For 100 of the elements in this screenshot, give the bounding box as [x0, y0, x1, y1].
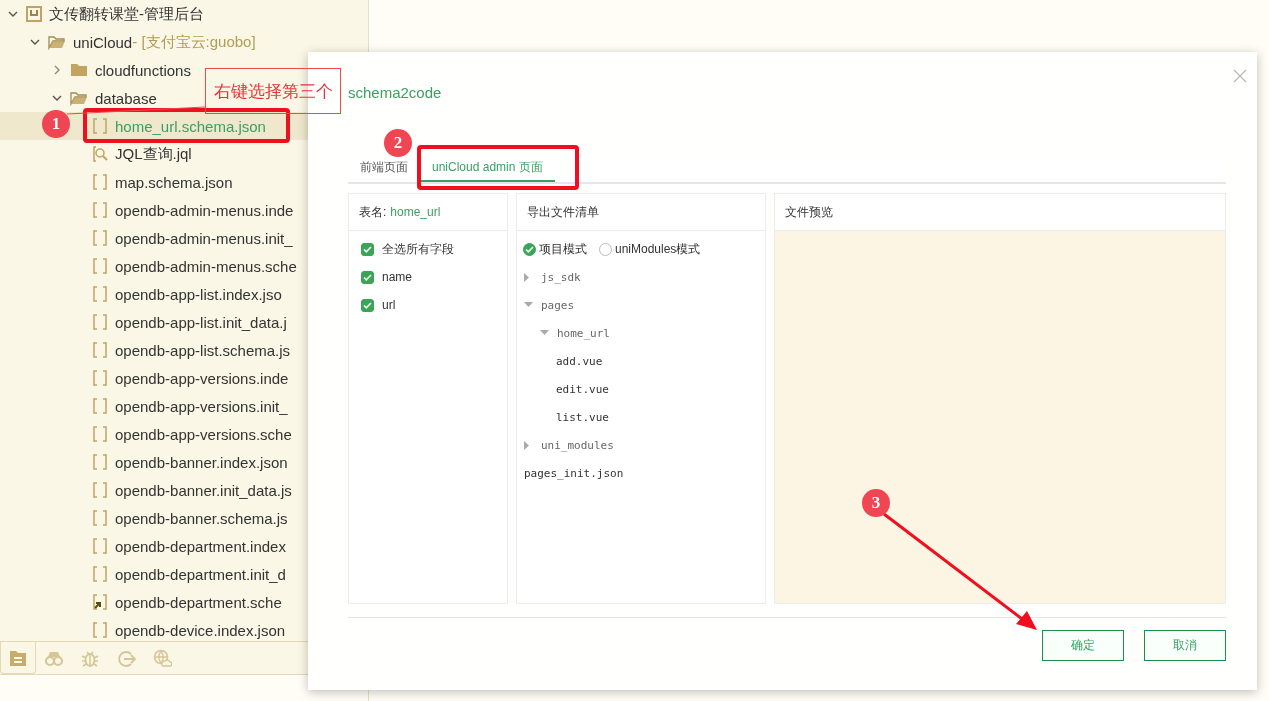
- tree-row[interactable]: opendb-banner.schema.js: [0, 504, 368, 532]
- table-name-value: home_url: [390, 205, 441, 219]
- tree-item-label: opendb-app-list.init_data.j: [115, 313, 287, 331]
- file-label: list.vue: [556, 410, 609, 424]
- file-icon: [92, 258, 108, 274]
- project-icon: [26, 6, 42, 22]
- file-icon: [92, 342, 108, 358]
- linked-file-icon: [92, 594, 108, 610]
- caret-down-icon[interactable]: [524, 302, 533, 308]
- file-icon: [92, 202, 108, 218]
- folder-label: pages: [541, 298, 575, 312]
- field-label: 全选所有字段: [382, 240, 454, 258]
- checkbox[interactable]: [361, 242, 374, 256]
- tree-item-label: opendb-app-versions.sche: [115, 425, 292, 443]
- tree-row[interactable]: opendb-department.init_d: [0, 560, 368, 588]
- close-icon[interactable]: [1233, 69, 1247, 83]
- file-icon: [92, 230, 108, 246]
- tree-row[interactable]: opendb-app-versions.init_: [0, 392, 368, 420]
- tree-item-label: opendb-department.sche: [115, 593, 282, 611]
- file-icon: [92, 314, 108, 330]
- tab[interactable]: uniCloud admin 页面: [420, 155, 555, 182]
- globe-cloud-icon[interactable]: [153, 649, 172, 667]
- chevron-down-icon[interactable]: [52, 94, 62, 102]
- tree-row[interactable]: opendb-app-versions.inde: [0, 364, 368, 392]
- cloud-provider-label: - [支付宝云:guobo]: [132, 32, 256, 52]
- file-label: edit.vue: [556, 382, 609, 396]
- tree-item-label: opendb-department.init_d: [115, 565, 286, 583]
- file-icon: [92, 510, 108, 526]
- tree-item-label: opendb-app-list.schema.js: [115, 341, 291, 359]
- file-list-icon[interactable]: [10, 650, 26, 666]
- tree-item-label: opendb-app-versions.inde: [115, 369, 289, 387]
- chevron-down-icon[interactable]: [8, 10, 18, 18]
- dialog-title: schema2code: [348, 83, 443, 103]
- callout: 右键选择第三个: [205, 68, 341, 114]
- tree-item-label: opendb-banner.schema.js: [115, 509, 288, 527]
- tree-item-label: opendb-banner.index.json: [115, 453, 288, 471]
- radio-icon[interactable]: [523, 242, 536, 256]
- open-folder-icon: [70, 90, 88, 106]
- tree-item-label: JQL查询.jql: [115, 144, 192, 164]
- checkbox[interactable]: [361, 298, 374, 312]
- tree-row[interactable]: uniCloud- [支付宝云:guobo]: [0, 28, 368, 56]
- tree-row[interactable]: opendb-app-list.init_data.j: [0, 308, 368, 336]
- chevron-right-icon[interactable]: [53, 65, 61, 75]
- tree-item-label: opendb-app-versions.init_: [115, 397, 288, 415]
- file-label: pages_init.json: [524, 466, 624, 480]
- radio-option[interactable]: 项目模式: [523, 240, 587, 258]
- field-label: url: [382, 298, 396, 312]
- panel-title: 文件预览: [785, 203, 833, 221]
- tab[interactable]: 前端页面: [348, 155, 420, 182]
- caret-down-icon[interactable]: [540, 330, 549, 336]
- query-icon: [92, 146, 108, 162]
- file-label: add.vue: [556, 354, 603, 368]
- folder-label: home_url: [557, 326, 610, 340]
- tree-item-label: opendb-admin-menus.sche: [115, 257, 297, 275]
- tree-row[interactable]: opendb-department.index: [0, 532, 368, 560]
- tree-row[interactable]: opendb-app-list.index.jso: [0, 280, 368, 308]
- caret-right-icon[interactable]: [524, 272, 530, 282]
- tree-row[interactable]: opendb-department.sche: [0, 588, 368, 616]
- file-icon: [92, 454, 108, 470]
- tree-item-label: map.schema.json: [115, 173, 233, 191]
- file-icon: [92, 622, 108, 638]
- folder-label: js_sdk: [541, 270, 581, 284]
- tree-row[interactable]: opendb-device.index.json: [0, 616, 368, 641]
- tree-row[interactable]: opendb-banner.init_data.js: [0, 476, 368, 504]
- checkbox[interactable]: [361, 270, 374, 284]
- bug-icon[interactable]: [81, 651, 99, 667]
- file-icon: [92, 174, 108, 190]
- tree-item-label: opendb-admin-menus.inde: [115, 201, 294, 219]
- tree-row[interactable]: opendb-banner.index.json: [0, 448, 368, 476]
- tree-item-label: uniCloud: [73, 33, 133, 51]
- file-icon: [92, 398, 108, 414]
- file-icon: [92, 370, 108, 386]
- file-icon: [92, 286, 108, 302]
- caret-right-icon[interactable]: [524, 440, 530, 450]
- tree-item-label: 文传翻转课堂-管理后台: [49, 4, 204, 24]
- binoculars-icon[interactable]: [44, 652, 64, 667]
- tree-row[interactable]: opendb-app-versions.sche: [0, 420, 368, 448]
- tree-item-label: opendb-banner.init_data.js: [115, 481, 292, 499]
- tree-item-label: home_url.schema.json: [115, 117, 266, 135]
- radio-option[interactable]: uniModules模式: [599, 240, 701, 258]
- tree-row[interactable]: 文传翻转课堂-管理后台: [0, 0, 368, 28]
- tree-item-label: opendb-device.index.json: [115, 621, 286, 639]
- tree-row[interactable]: opendb-admin-menus.init_: [0, 224, 368, 252]
- tree-row[interactable]: opendb-app-list.schema.js: [0, 336, 368, 364]
- file-icon: [92, 566, 108, 582]
- export-icon[interactable]: [118, 651, 136, 667]
- folder-icon: [70, 62, 88, 78]
- tree-row[interactable]: opendb-admin-menus.sche: [0, 252, 368, 280]
- file-icon: [92, 538, 108, 554]
- folder-label: uni_modules: [541, 438, 614, 452]
- tree-item-label: cloudfunctions: [95, 61, 191, 79]
- open-folder-icon: [48, 34, 66, 50]
- tree-item-label: database: [95, 89, 157, 107]
- file-icon: [92, 482, 108, 498]
- field-label: name: [382, 270, 413, 284]
- chevron-down-icon[interactable]: [30, 38, 40, 46]
- tree-item-label: opendb-app-list.index.jso: [115, 285, 282, 303]
- file-icon: [92, 426, 108, 442]
- radio-icon[interactable]: [599, 242, 612, 256]
- tree-item-label: opendb-admin-menus.init_: [115, 229, 293, 247]
